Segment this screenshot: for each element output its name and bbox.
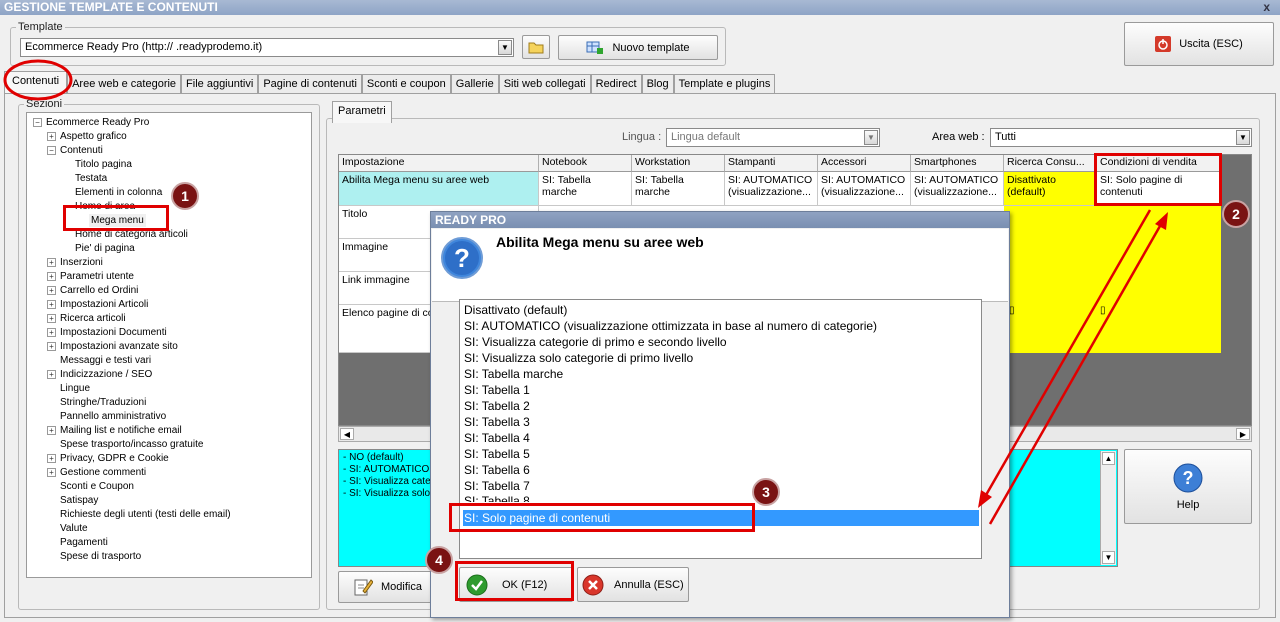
annotation-arrowhead [1155,212,1168,230]
step-badge: 4 [425,546,453,574]
contenuti-tab-highlight [3,59,73,101]
selected-option-highlight [449,503,755,532]
annotation-arrow [980,209,1152,503]
mega-menu-highlight [63,205,169,231]
step-badge: 3 [752,478,780,506]
annotation-arrowhead [978,490,992,508]
step-badge: 1 [171,182,199,210]
ok-button-highlight [455,561,574,601]
annotation-arrow [988,218,1166,525]
step-badge: 2 [1222,200,1250,228]
condizioni-vendita-highlight [1094,153,1222,206]
